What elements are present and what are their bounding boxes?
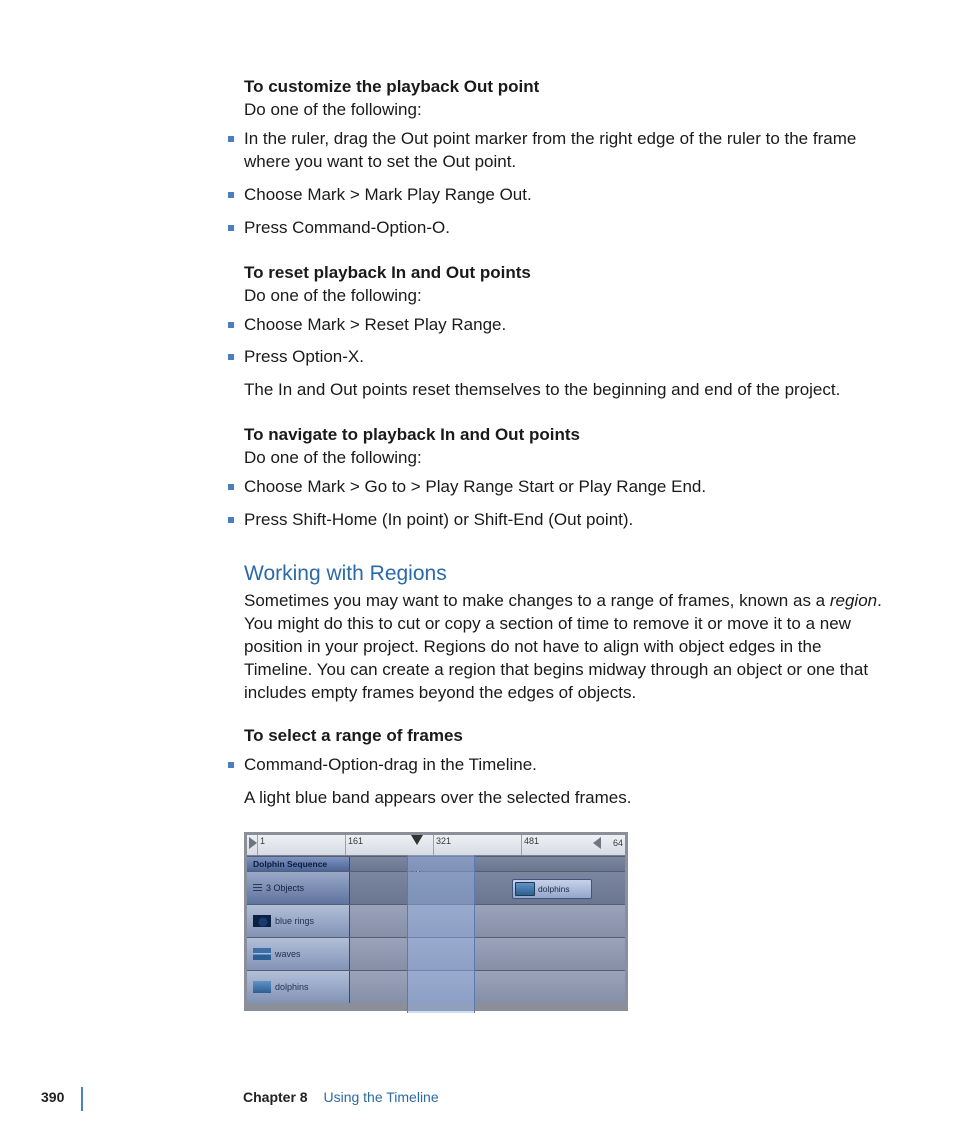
ruler-tick: 321 — [433, 835, 451, 855]
lead-customize: Do one of the following: — [244, 99, 884, 122]
ruler-tick: 161 — [345, 835, 363, 855]
objects-count-label: 3 Objects — [266, 883, 304, 893]
group-header-row[interactable]: Dolphin Sequence — [247, 856, 625, 871]
track-row[interactable]: dolphins — [247, 970, 625, 1003]
lead-navigate: Do one of the following: — [244, 447, 884, 470]
page-number: 390 — [41, 1089, 64, 1105]
clip-label: dolphins — [538, 884, 570, 894]
regions-para-em: region — [830, 591, 877, 610]
playhead-icon[interactable] — [411, 835, 423, 847]
track-thumb-icon — [253, 981, 271, 993]
reset-note: The In and Out points reset themselves t… — [244, 379, 884, 402]
track-label: waves — [275, 949, 301, 959]
regions-paragraph: Sometimes you may want to make changes t… — [244, 590, 884, 705]
bullet-item: Command-Option-drag in the Timeline. — [244, 754, 884, 777]
ruler-tick: 481 — [521, 835, 539, 855]
group-label: Dolphin Sequence — [247, 857, 350, 871]
track-label: dolphins — [275, 982, 309, 992]
clip-thumb-icon — [515, 882, 535, 896]
bullet-item: Press Option-X. — [244, 346, 884, 369]
track-thumb-icon — [253, 948, 271, 960]
chapter-label: Chapter 8 — [243, 1089, 308, 1105]
list-icon — [253, 884, 262, 891]
page-footer: 390 Chapter 8 Using the Timeline — [81, 1087, 954, 1111]
objects-row[interactable]: 3 Objects dolphins — [247, 871, 625, 904]
bullet-item: Choose Mark > Reset Play Range. — [244, 314, 884, 337]
in-point-icon[interactable] — [249, 837, 257, 849]
bullet-item: Press Shift-Home (In point) or Shift-End… — [244, 509, 884, 532]
track-label: blue rings — [275, 916, 314, 926]
heading-select-range: To select a range of frames — [244, 725, 884, 748]
bullet-item: Choose Mark > Go to > Play Range Start o… — [244, 476, 884, 499]
chapter-title: Using the Timeline — [323, 1089, 438, 1105]
timeline-figure: 1 161 321 481 64 Dolphin Sequence 3 Obje… — [244, 832, 628, 1011]
bullet-item: Press Command-Option-O. — [244, 217, 884, 240]
clip-dolphins[interactable]: dolphins — [512, 879, 592, 899]
heading-customize-out: To customize the playback Out point — [244, 76, 884, 99]
regions-para-pre: Sometimes you may want to make changes t… — [244, 591, 830, 610]
heading-navigate: To navigate to playback In and Out point… — [244, 424, 884, 447]
timeline-ruler[interactable]: 1 161 321 481 64 — [247, 835, 625, 856]
bullet-item: Choose Mark > Mark Play Range Out. — [244, 184, 884, 207]
ruler-end-label: 64 — [613, 838, 623, 848]
track-row[interactable]: waves — [247, 937, 625, 970]
heading-reset: To reset playback In and Out points — [244, 262, 884, 285]
bullet-item: In the ruler, drag the Out point marker … — [244, 128, 884, 174]
select-range-result: A light blue band appears over the selec… — [244, 787, 884, 810]
ruler-tick: 1 — [257, 835, 265, 855]
lead-reset: Do one of the following: — [244, 285, 884, 308]
track-thumb-icon — [253, 915, 271, 927]
track-row[interactable]: blue rings — [247, 904, 625, 937]
out-point-icon[interactable] — [593, 837, 601, 849]
section-title-regions: Working with Regions — [244, 562, 884, 586]
